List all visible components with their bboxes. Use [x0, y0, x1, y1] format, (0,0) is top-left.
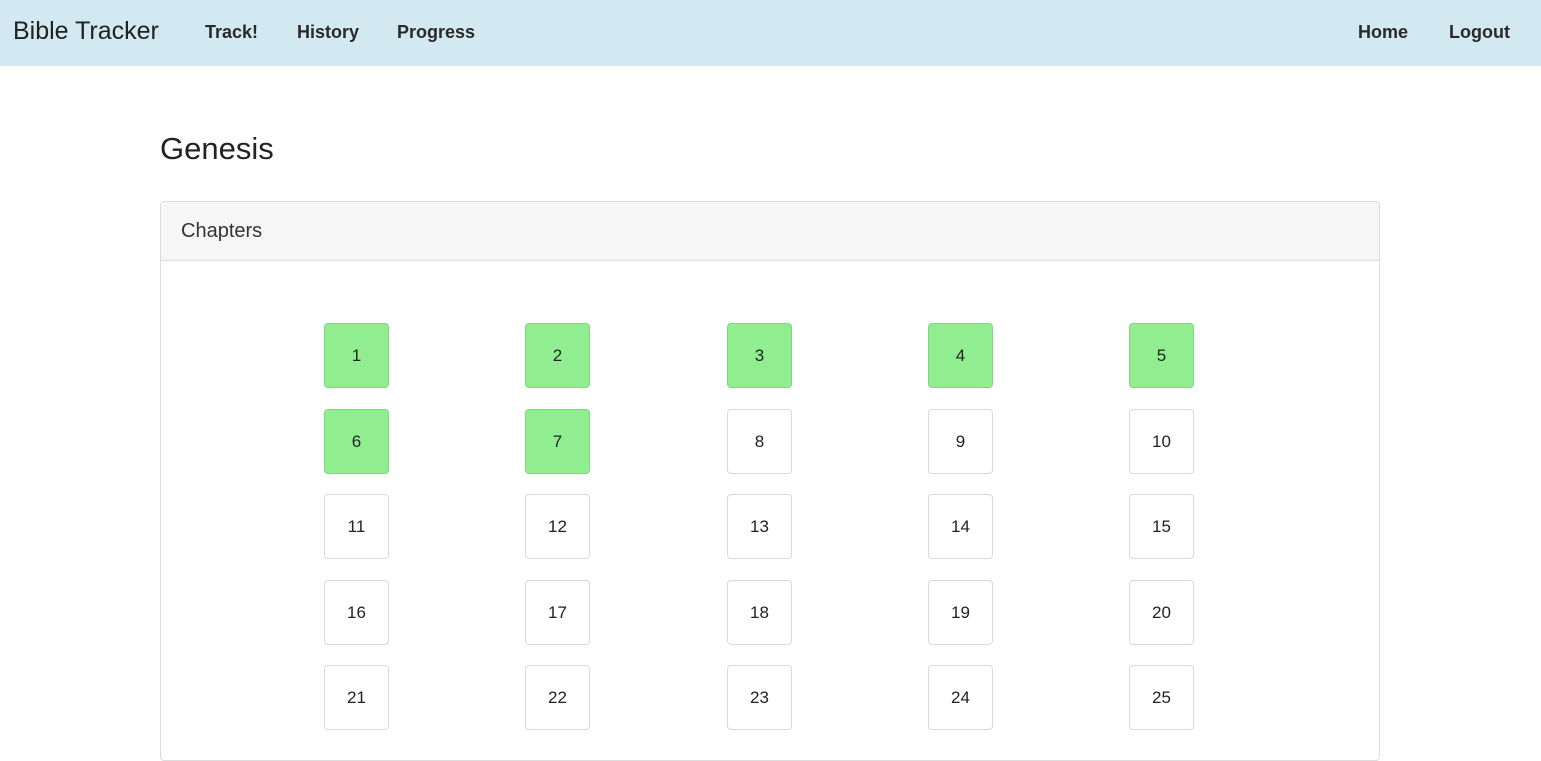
chapter-button-16[interactable]: 16: [324, 580, 389, 645]
chapter-button-24[interactable]: 24: [928, 665, 993, 730]
chapter-button-15[interactable]: 15: [1129, 494, 1194, 559]
chapter-button-17[interactable]: 17: [525, 580, 590, 645]
chapter-button-11[interactable]: 11: [324, 494, 389, 559]
chapter-button-14[interactable]: 14: [928, 494, 993, 559]
nav-link-progress[interactable]: Progress: [397, 20, 475, 44]
page-title: Genesis: [160, 131, 274, 166]
brand-link[interactable]: Bible Tracker: [13, 15, 159, 47]
chapter-button-13[interactable]: 13: [727, 494, 792, 559]
chapter-button-7[interactable]: 7: [525, 409, 590, 474]
chapter-button-4[interactable]: 4: [928, 323, 993, 388]
chapter-button-1[interactable]: 1: [324, 323, 389, 388]
chapter-button-25[interactable]: 25: [1129, 665, 1194, 730]
chapter-button-2[interactable]: 2: [525, 323, 590, 388]
nav-link-history[interactable]: History: [297, 20, 359, 44]
chapter-button-3[interactable]: 3: [727, 323, 792, 388]
chapters-card: Chapters 1 2 3 4 5 6 7 8 9 10 11 12 13 14 15 16 17 18 19 20…: [160, 201, 1380, 761]
chapter-button-5[interactable]: 5: [1129, 323, 1194, 388]
chapter-button-20[interactable]: 20: [1129, 580, 1194, 645]
nav-link-home[interactable]: Home: [1358, 20, 1408, 44]
chapter-grid: 1 2 3 4 5 6 7 8 9 10 11 12 13 14 15 16 17 18 19 20 21 22 23 24 2…: [161, 202, 1379, 760]
chapter-button-19[interactable]: 19: [928, 580, 993, 645]
chapter-button-21[interactable]: 21: [324, 665, 389, 730]
chapter-button-9[interactable]: 9: [928, 409, 993, 474]
nav-link-logout[interactable]: Logout: [1449, 20, 1510, 44]
chapter-button-12[interactable]: 12: [525, 494, 590, 559]
top-navbar: Bible Tracker Track! History Progress Ho…: [0, 0, 1541, 66]
chapter-button-18[interactable]: 18: [727, 580, 792, 645]
chapter-button-23[interactable]: 23: [727, 665, 792, 730]
chapter-button-22[interactable]: 22: [525, 665, 590, 730]
chapter-button-6[interactable]: 6: [324, 409, 389, 474]
chapter-button-10[interactable]: 10: [1129, 409, 1194, 474]
nav-link-track[interactable]: Track!: [205, 20, 258, 44]
chapter-button-8[interactable]: 8: [727, 409, 792, 474]
